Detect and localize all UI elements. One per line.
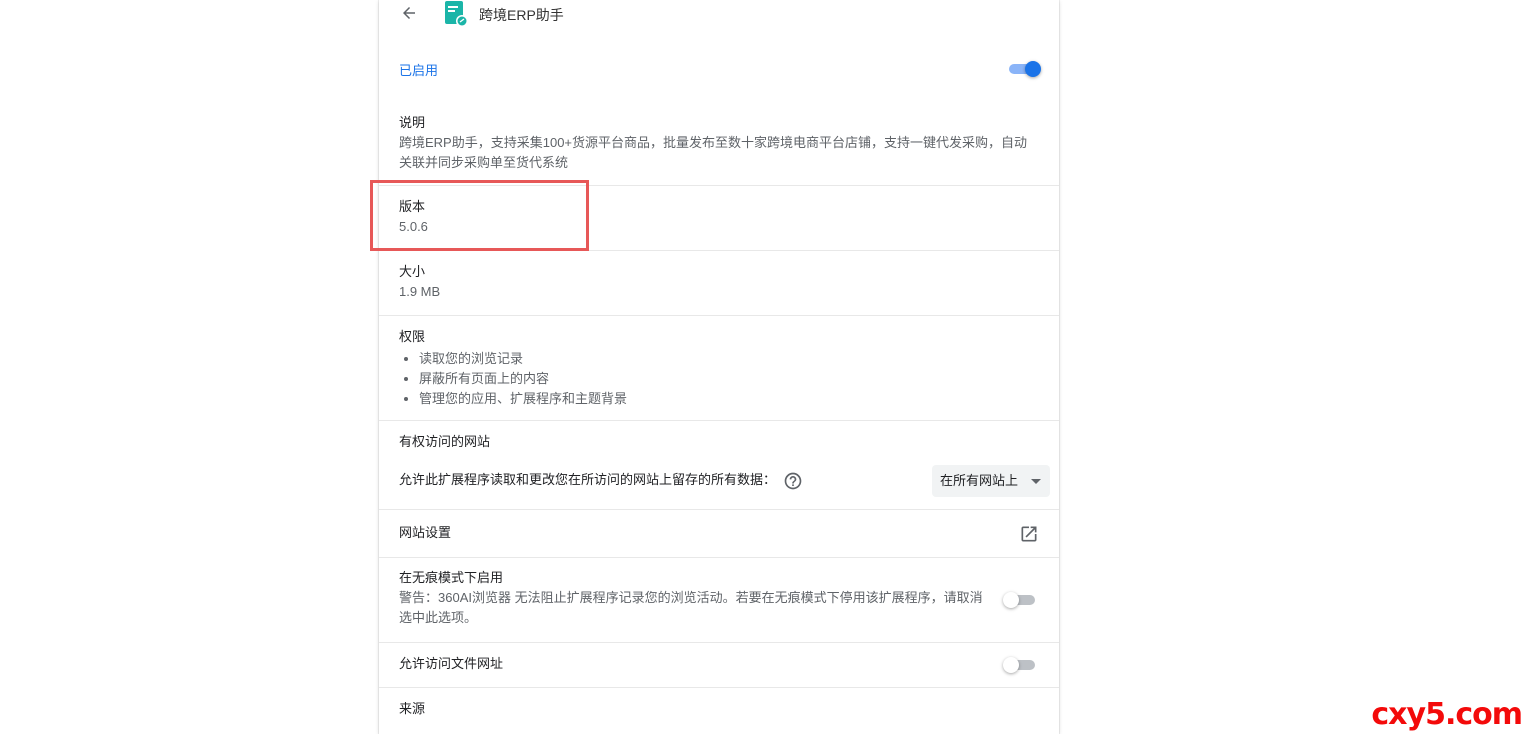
incognito-warning: 警告：360AI浏览器 无法阻止扩展程序记录您的浏览活动。若要在无痕模式下停用该… <box>399 590 983 625</box>
extension-details-card: 跨境ERP助手 已启用 说明 跨境ERP助手，支持采集100+货源平台商品，批量… <box>379 0 1059 734</box>
back-button[interactable] <box>397 0 421 26</box>
source-label: 来源 <box>399 701 426 716</box>
arrow-back-icon <box>403 7 415 19</box>
open-in-new-icon[interactable] <box>1019 524 1039 544</box>
version-row: 版本 5.0.6 <box>379 186 1059 251</box>
site-settings-label: 网站设置 <box>399 525 452 540</box>
help-icon[interactable] <box>783 471 803 491</box>
permission-item: 管理您的应用、扩展程序和主题背景 <box>419 389 1039 409</box>
toggle-knob <box>1003 592 1019 608</box>
site-access-title: 有权访问的网站 <box>399 434 491 449</box>
version-label: 版本 <box>399 199 426 214</box>
description-text: 跨境ERP助手，支持采集100+货源平台商品，批量发布至数十家跨境电商平台店铺，… <box>399 135 1028 170</box>
incognito-row: 在无痕模式下启用 警告：360AI浏览器 无法阻止扩展程序记录您的浏览活动。若要… <box>379 558 1059 643</box>
permission-item: 读取您的浏览记录 <box>419 349 1039 369</box>
file-urls-row: 允许访问文件网址 <box>379 643 1059 688</box>
header: 跨境ERP助手 <box>379 0 1059 40</box>
site-access-select[interactable]: 在所有网站上 <box>932 465 1050 497</box>
enabled-row: 已启用 <box>379 46 1059 92</box>
permission-item: 屏蔽所有页面上的内容 <box>419 369 1039 389</box>
description-row: 说明 跨境ERP助手，支持采集100+货源平台商品，批量发布至数十家跨境电商平台… <box>379 111 1059 186</box>
incognito-label: 在无痕模式下启用 <box>399 570 504 585</box>
enabled-toggle[interactable] <box>1007 61 1041 77</box>
site-settings-row[interactable]: 网站设置 <box>379 510 1059 558</box>
incognito-toggle[interactable] <box>1003 592 1037 608</box>
version-value: 5.0.6 <box>399 219 428 234</box>
enabled-label: 已启用 <box>399 63 439 78</box>
site-access-selected: 在所有网站上 <box>940 473 1019 488</box>
document-icon <box>445 1 468 27</box>
source-row: 来源 <box>379 688 1059 734</box>
size-label: 大小 <box>399 264 426 279</box>
permissions-list: 读取您的浏览记录 屏蔽所有页面上的内容 管理您的应用、扩展程序和主题背景 <box>399 349 1039 409</box>
watermark: cxy5.com <box>1371 697 1523 732</box>
permissions-label: 权限 <box>399 329 426 344</box>
size-row: 大小 1.9 MB <box>379 251 1059 316</box>
extension-name: 跨境ERP助手 <box>479 7 564 23</box>
chevron-down-icon <box>1031 479 1041 484</box>
toggle-knob <box>1025 61 1041 77</box>
toggle-knob <box>1003 657 1019 673</box>
site-access-row: 有权访问的网站 允许此扩展程序读取和更改您在所访问的网站上留存的所有数据： 在所… <box>379 421 1059 510</box>
file-urls-toggle[interactable] <box>1003 657 1037 673</box>
file-urls-label: 允许访问文件网址 <box>399 656 504 671</box>
permissions-row: 权限 读取您的浏览记录 屏蔽所有页面上的内容 管理您的应用、扩展程序和主题背景 <box>379 316 1059 421</box>
size-value: 1.9 MB <box>399 284 441 299</box>
description-label: 说明 <box>399 115 426 130</box>
site-access-description: 允许此扩展程序读取和更改您在所访问的网站上留存的所有数据： <box>399 472 777 487</box>
